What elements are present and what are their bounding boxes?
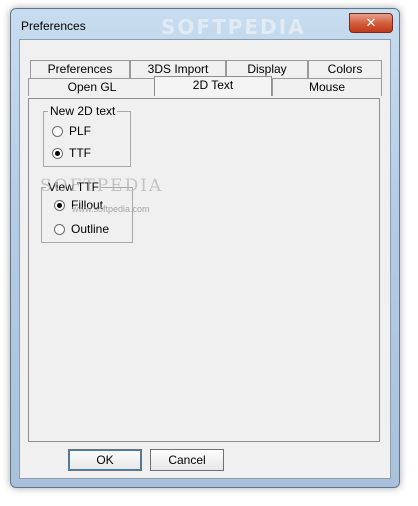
radio-outline[interactable]: Outline bbox=[54, 222, 109, 236]
tab-open-gl[interactable]: Open GL bbox=[28, 78, 156, 96]
window-title: Preferences bbox=[21, 19, 86, 33]
radio-plf-label: PLF bbox=[69, 124, 92, 138]
tab-colors[interactable]: Colors bbox=[308, 60, 382, 78]
close-icon: ✕ bbox=[365, 15, 377, 30]
preferences-window: Preferences SOFTPEDIA ✕ Preferences 3DS … bbox=[10, 8, 400, 488]
radio-ttf-circle bbox=[52, 147, 63, 159]
close-button[interactable]: ✕ bbox=[349, 13, 393, 33]
radio-ttf[interactable]: TTF bbox=[52, 146, 91, 160]
radio-plf[interactable]: PLF bbox=[52, 124, 91, 138]
group-new-2d-text-legend: New 2D text bbox=[48, 104, 118, 118]
group-new-2d-text: New 2D text PLF TTF bbox=[43, 105, 131, 167]
radio-fillout-circle bbox=[54, 199, 65, 211]
cancel-button[interactable]: Cancel bbox=[150, 449, 224, 471]
tab-panel-2d-text: New 2D text PLF TTF View TTF Fillout Out… bbox=[28, 98, 380, 442]
ok-button[interactable]: OK bbox=[68, 449, 142, 471]
softpedia-watermark: SOFTPEDIA bbox=[40, 176, 164, 196]
radio-outline-circle bbox=[54, 223, 65, 235]
radio-plf-circle bbox=[52, 125, 63, 137]
softpedia-watermark-url: www.softpedia.com bbox=[72, 204, 150, 214]
title-watermark: SOFTPEDIA bbox=[161, 15, 306, 39]
tab-2d-text[interactable]: 2D Text bbox=[154, 76, 272, 96]
tab-mouse[interactable]: Mouse bbox=[272, 78, 382, 96]
radio-ttf-label: TTF bbox=[69, 146, 91, 160]
dialog-client-area: Preferences 3DS Import Display Colors Op… bbox=[19, 39, 391, 479]
tab-preferences[interactable]: Preferences bbox=[30, 60, 130, 78]
radio-outline-label: Outline bbox=[71, 222, 110, 236]
